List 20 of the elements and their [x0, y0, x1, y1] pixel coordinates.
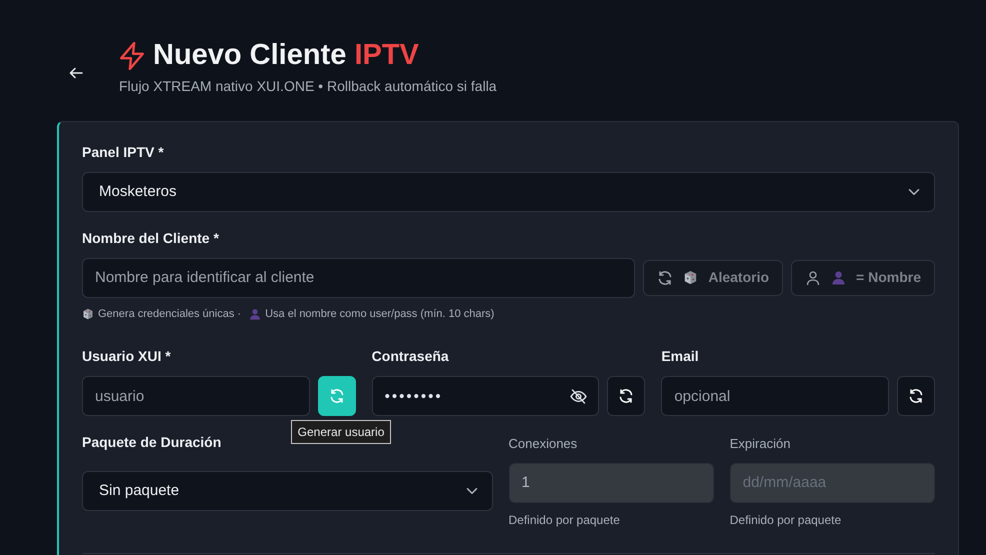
- client-name-input[interactable]: Nombre para identificar al cliente: [82, 258, 636, 298]
- tooltip: Generar usuario: [290, 420, 392, 444]
- field-label: Conexiones: [508, 435, 578, 454]
- field-label: Contraseña: [372, 347, 450, 366]
- package-select[interactable]: Sin paquete: [82, 471, 492, 512]
- help-text: Definido por paquete: [508, 512, 621, 529]
- panel-select[interactable]: Mosketeros: [82, 172, 935, 212]
- hint-text: Genera credenciales únicas ·: [98, 306, 242, 322]
- field-label: Usuario XUI *: [82, 347, 172, 366]
- field-label: Panel IPTV *: [82, 142, 165, 162]
- field-label: Email: [661, 347, 700, 366]
- page-subtitle: Flujo XTREAM nativo XUI.ONE • Rollback automático si falla: [119, 76, 497, 96]
- hint-text: Usa el nombre como user/pass (mín. 10 chars): [265, 306, 494, 322]
- text-input[interactable]: opcional: [661, 376, 890, 416]
- help-text: Definido por paquete: [730, 512, 842, 529]
- field-label: Expiración: [730, 435, 792, 454]
- password-input[interactable]: ••••••••: [372, 376, 600, 416]
- field-label: Nombre del Cliente *: [82, 228, 220, 248]
- page-title: Nuevo Cliente IPTV: [153, 40, 419, 72]
- text-input[interactable]: usuario: [82, 376, 310, 416]
